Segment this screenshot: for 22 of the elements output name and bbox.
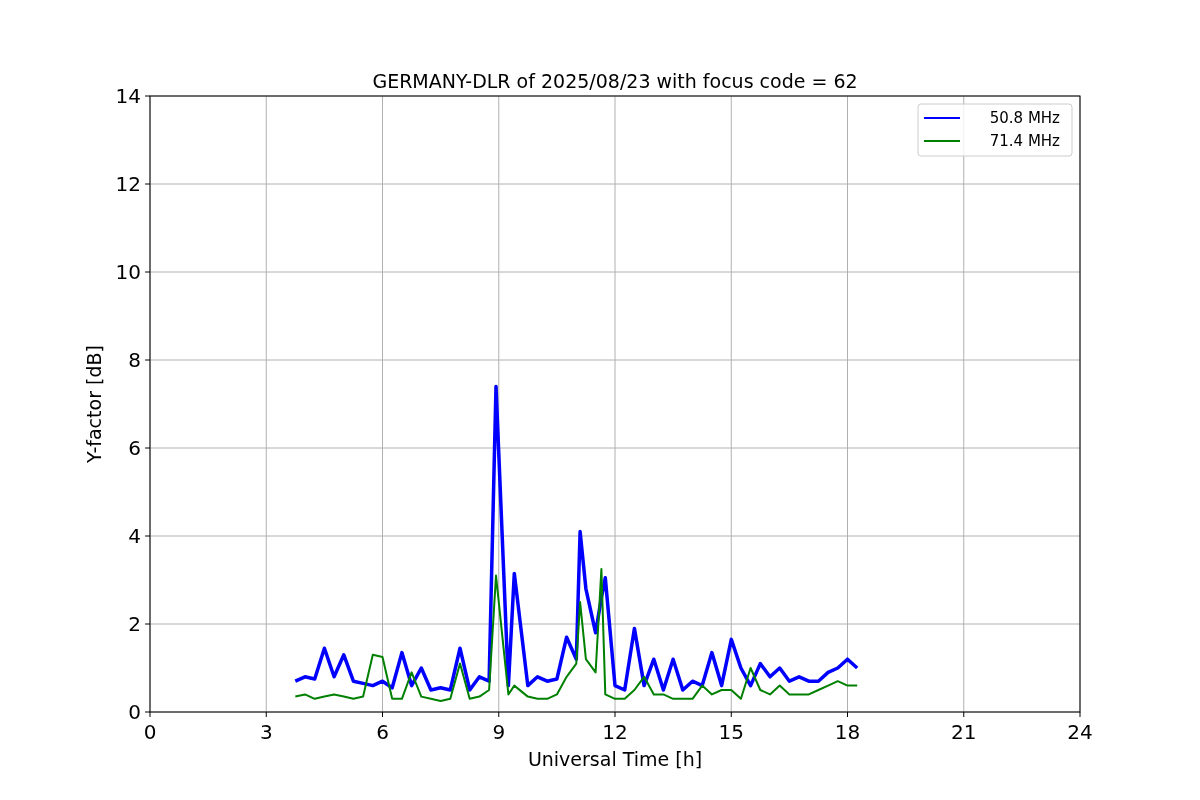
x-tick-label: 9 bbox=[492, 720, 506, 744]
x-tick-label: 15 bbox=[718, 720, 744, 744]
y-tick-label: 2 bbox=[128, 612, 141, 636]
y-tick-label: 12 bbox=[115, 172, 141, 196]
x-tick-label: 0 bbox=[143, 720, 157, 744]
x-tick-label: 6 bbox=[376, 720, 389, 744]
x-tick-label: 24 bbox=[1067, 720, 1093, 744]
y-axis-label: Y-factor [dB] bbox=[83, 345, 105, 463]
legend-label: 71.4 MHz bbox=[989, 132, 1060, 150]
y-tick-label: 10 bbox=[115, 260, 141, 284]
y-tick-label: 6 bbox=[128, 436, 141, 460]
y-tick-label: 14 bbox=[115, 84, 141, 108]
y-tick-label: 4 bbox=[128, 524, 141, 548]
y-tick-label: 8 bbox=[128, 348, 141, 372]
x-tick-label: 3 bbox=[259, 720, 273, 744]
legend-label: 50.8 MHz bbox=[989, 109, 1060, 127]
x-tick-label: 21 bbox=[951, 720, 977, 744]
x-tick-label: 12 bbox=[602, 720, 628, 744]
y-tick-label: 0 bbox=[128, 700, 141, 724]
chart-title: GERMANY-DLR of 2025/08/23 with focus code = 62 bbox=[372, 70, 858, 92]
x-tick-label: 18 bbox=[834, 720, 861, 744]
x-axis-label: Universal Time [h] bbox=[527, 748, 703, 770]
